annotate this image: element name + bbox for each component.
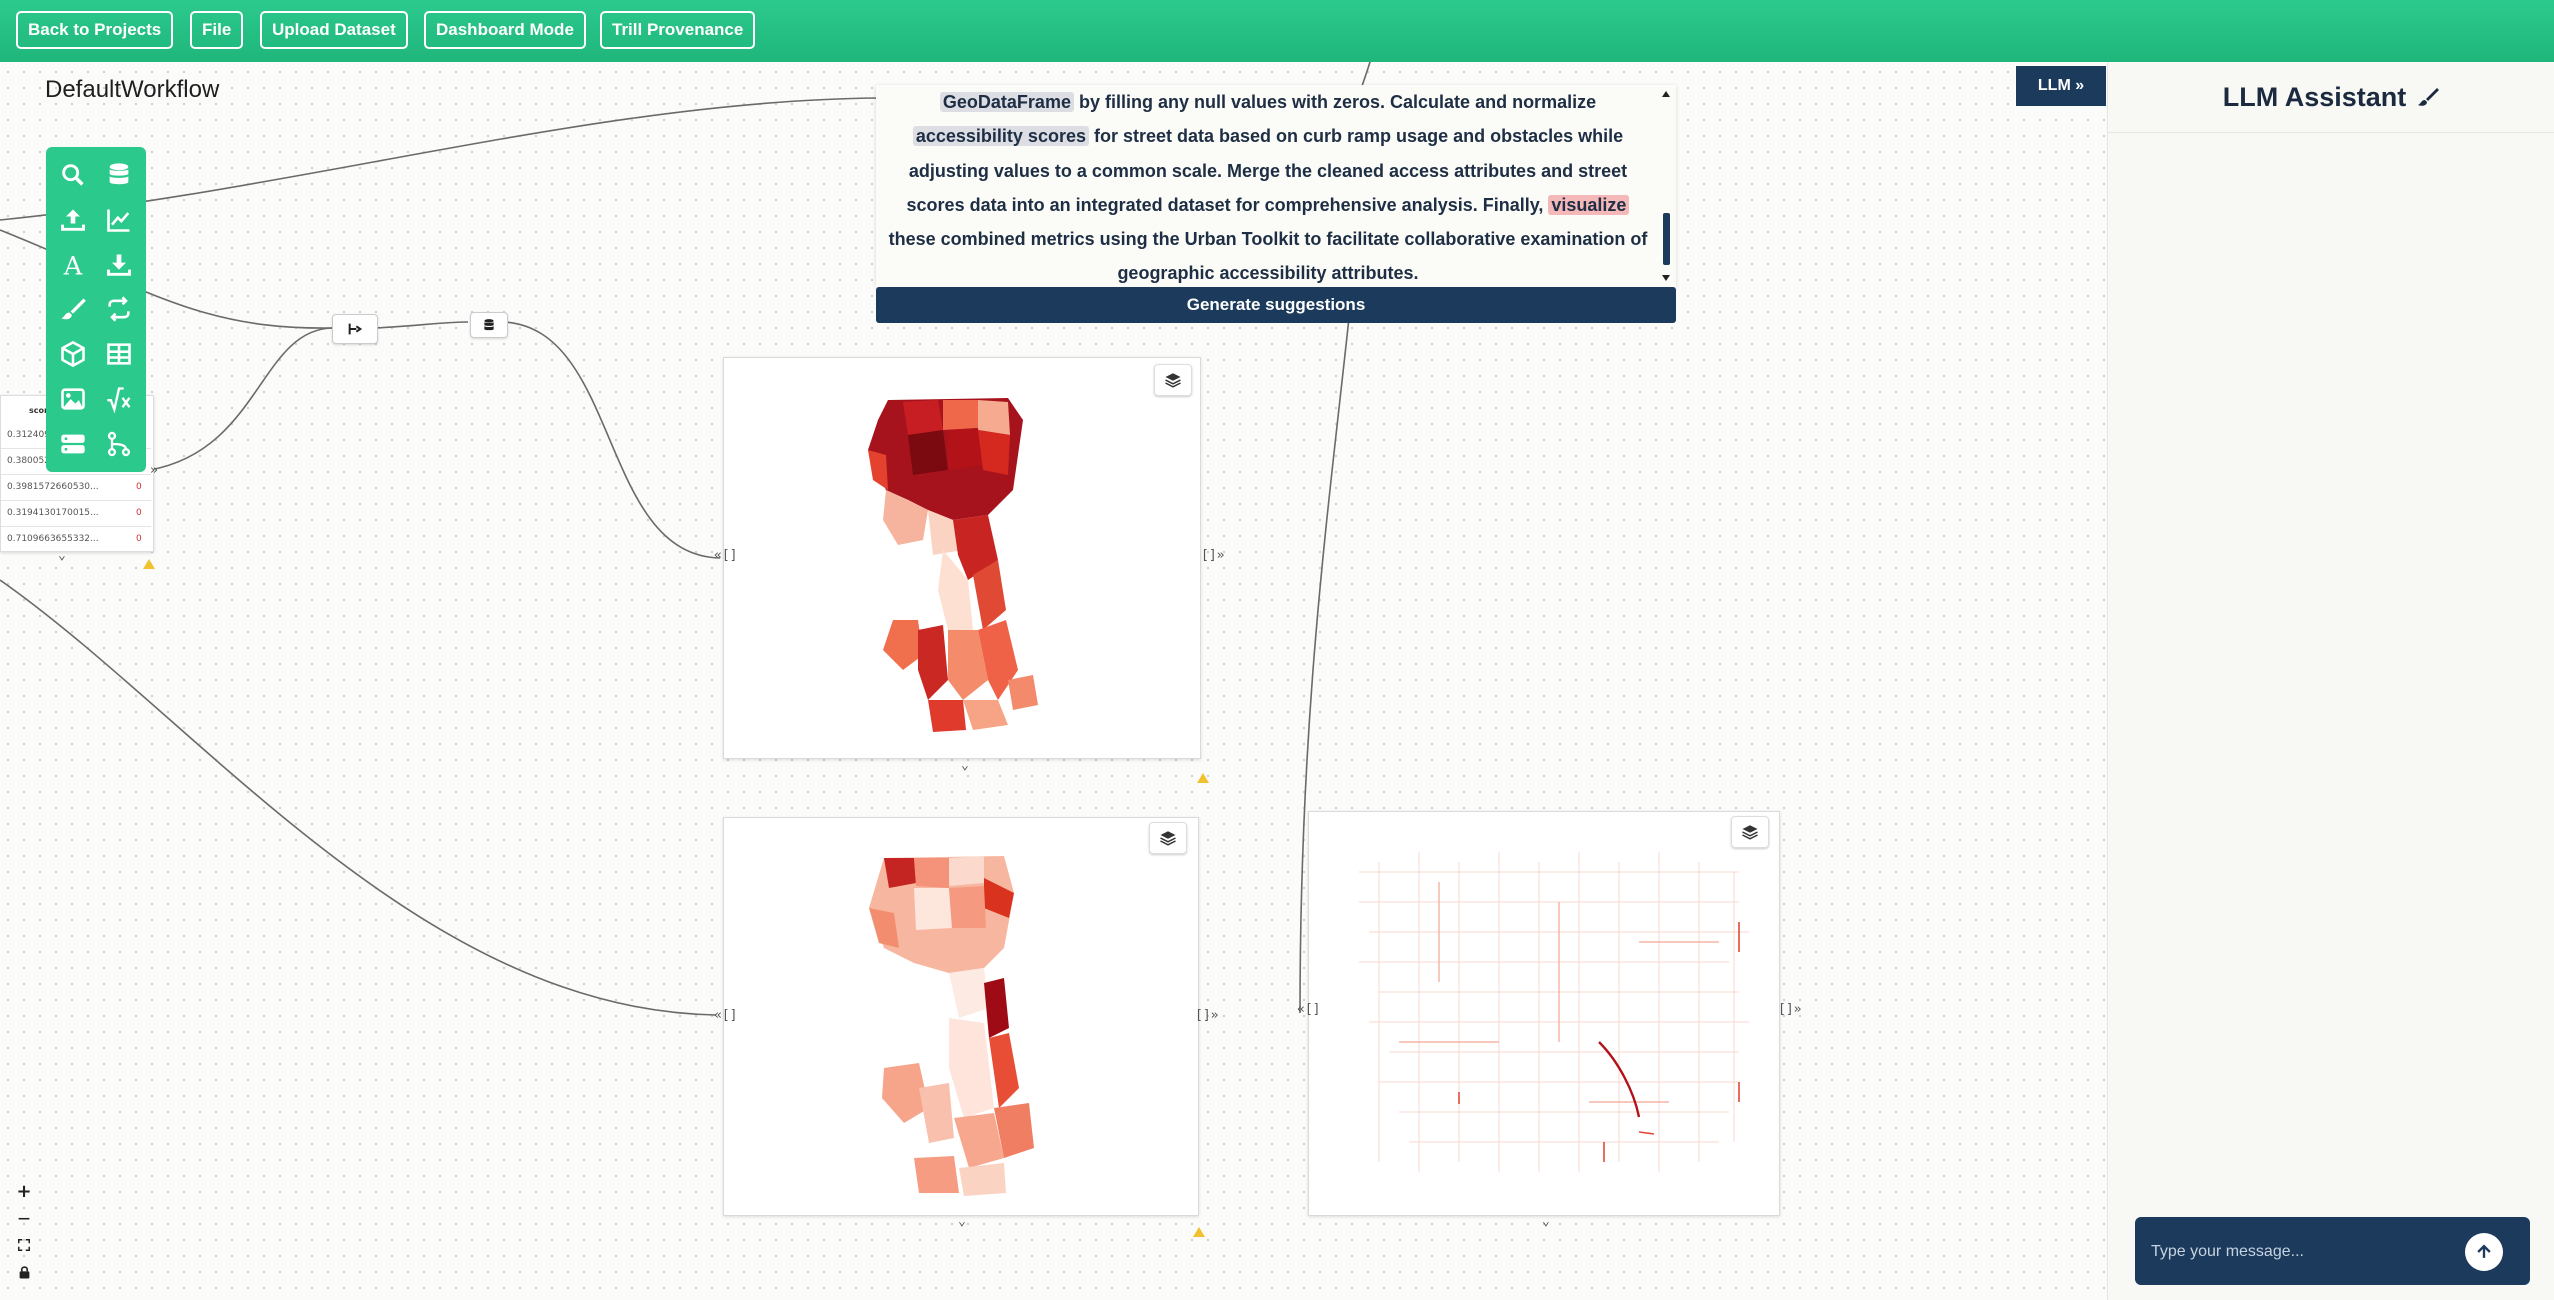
llm-assistant-panel: LLM Assistant: [2107, 62, 2554, 1300]
cube-icon[interactable]: [50, 332, 96, 377]
prompt-text-card[interactable]: GeoDataFrame by filling any null values …: [876, 85, 1676, 287]
line-chart-icon[interactable]: [96, 198, 142, 243]
zoom-out-button[interactable]: —: [13, 1207, 35, 1229]
arrow-up-icon: [2477, 1244, 2491, 1258]
table-cell: 0: [136, 508, 142, 518]
map-node[interactable]: «[] []» ⌄: [714, 817, 1218, 1229]
merge-node[interactable]: [332, 314, 378, 344]
chat-message-input[interactable]: [2149, 1233, 2453, 1271]
zoom-in-button[interactable]: +: [13, 1180, 35, 1202]
edge: [504, 321, 721, 559]
choropleth-map: [869, 856, 1034, 1196]
expand-chevron-icon[interactable]: ⌄: [958, 1214, 966, 1229]
upload-dataset-button[interactable]: Upload Dataset: [260, 11, 408, 49]
svg-text:A: A: [63, 251, 83, 279]
map-node[interactable]: «[] []» ⌄: [714, 357, 1224, 773]
prompt-text-segment: by filling any null values with zeros. C…: [1073, 92, 1597, 112]
edge: [374, 321, 469, 329]
search-data-icon[interactable]: [50, 153, 96, 198]
table-cell: 0.3981572660530...: [7, 482, 99, 492]
edge: [149, 327, 333, 471]
layers-icon: [1160, 831, 1176, 846]
layers-icon: [1742, 825, 1758, 840]
loop-icon[interactable]: [96, 287, 142, 332]
input-port[interactable]: «[]: [714, 548, 737, 563]
text-icon[interactable]: A: [50, 242, 96, 287]
branch-icon[interactable]: [96, 421, 142, 466]
brush-icon[interactable]: [50, 287, 96, 332]
warning-icon: [1193, 1227, 1205, 1237]
prompt-text: GeoDataFrame by filling any null values …: [886, 85, 1650, 287]
highlight-keyword[interactable]: accessibility scores: [912, 126, 1089, 147]
output-port[interactable]: []»: [1778, 1002, 1801, 1017]
expand-chevron-icon[interactable]: ⌄: [58, 548, 66, 563]
output-port[interactable]: []»: [1195, 1008, 1218, 1023]
file-button[interactable]: File: [190, 11, 244, 49]
layers-icon: [1165, 373, 1181, 388]
table-cell: 0.7109663655332...: [7, 534, 99, 544]
lock-button[interactable]: [13, 1261, 35, 1283]
highlight-keyword[interactable]: GeoDataFrame: [939, 92, 1074, 112]
table-cell: 0.3194130170015...: [7, 508, 99, 518]
lock-icon: [19, 1265, 29, 1278]
image-icon[interactable]: [50, 377, 96, 422]
upload-icon[interactable]: [50, 198, 96, 243]
fit-view-button[interactable]: [13, 1234, 35, 1256]
expand-chevron-icon[interactable]: ⌄: [1542, 1214, 1550, 1229]
map-node[interactable]: «[] []» ⌄: [1297, 811, 1801, 1229]
layers-button[interactable]: [1149, 822, 1187, 854]
input-port[interactable]: «[]: [1297, 1002, 1320, 1017]
edge: [0, 579, 717, 1016]
top-toolbar: Back to Projects File Upload Dataset Das…: [0, 0, 2554, 62]
highlight-keyword[interactable]: visualize: [1548, 194, 1630, 215]
street-network-map: [1359, 852, 1749, 1172]
table-row: 0.7109663655332... 0: [1, 526, 151, 553]
warning-icon: [143, 559, 155, 569]
table-row: 0.3981572660530... 0: [1, 474, 151, 501]
dashboard-mode-button[interactable]: Dashboard Mode: [424, 11, 586, 49]
layers-button[interactable]: [1154, 364, 1192, 396]
table-icon[interactable]: [96, 332, 142, 377]
fit-view-icon: [18, 1239, 30, 1251]
llm-title: LLM Assistant: [2222, 81, 2407, 112]
llm-header: LLM Assistant: [2108, 62, 2554, 133]
data-node[interactable]: [470, 312, 508, 338]
prompt-text-segment: these combined metrics using the Urban T…: [888, 229, 1648, 284]
llm-toggle-button[interactable]: LLM »: [2016, 66, 2106, 106]
expand-chevron-icon[interactable]: ⌄: [961, 758, 969, 773]
workflow-title: DefaultWorkflow: [45, 76, 220, 103]
download-icon[interactable]: [96, 242, 142, 287]
database-icon[interactable]: [96, 153, 142, 198]
table-cell: 0: [136, 482, 142, 492]
server-icon[interactable]: [50, 421, 96, 466]
choropleth-map: [868, 398, 1038, 732]
table-cell: 0: [136, 534, 142, 544]
formula-icon[interactable]: [96, 377, 142, 422]
brush-icon[interactable]: [2416, 85, 2440, 109]
input-port[interactable]: «[]: [714, 1008, 737, 1023]
chat-input-bar: [2135, 1217, 2530, 1285]
generate-suggestions-button[interactable]: Generate suggestions: [876, 287, 1676, 323]
scrollbar[interactable]: [1660, 85, 1672, 287]
table-row: 0.3194130170015... 0: [1, 500, 151, 527]
trill-provenance-button[interactable]: Trill Provenance: [600, 11, 756, 49]
node-toolbox: A: [46, 147, 146, 472]
output-port[interactable]: []»: [1201, 548, 1224, 563]
output-port[interactable]: »: [150, 463, 158, 478]
warning-icon: [1197, 773, 1209, 783]
back-to-projects-button[interactable]: Back to Projects: [16, 11, 174, 49]
send-button[interactable]: [2465, 1233, 2503, 1271]
edge: [1361, 61, 1371, 87]
database-icon: [484, 319, 494, 331]
merge-icon: [348, 323, 363, 335]
